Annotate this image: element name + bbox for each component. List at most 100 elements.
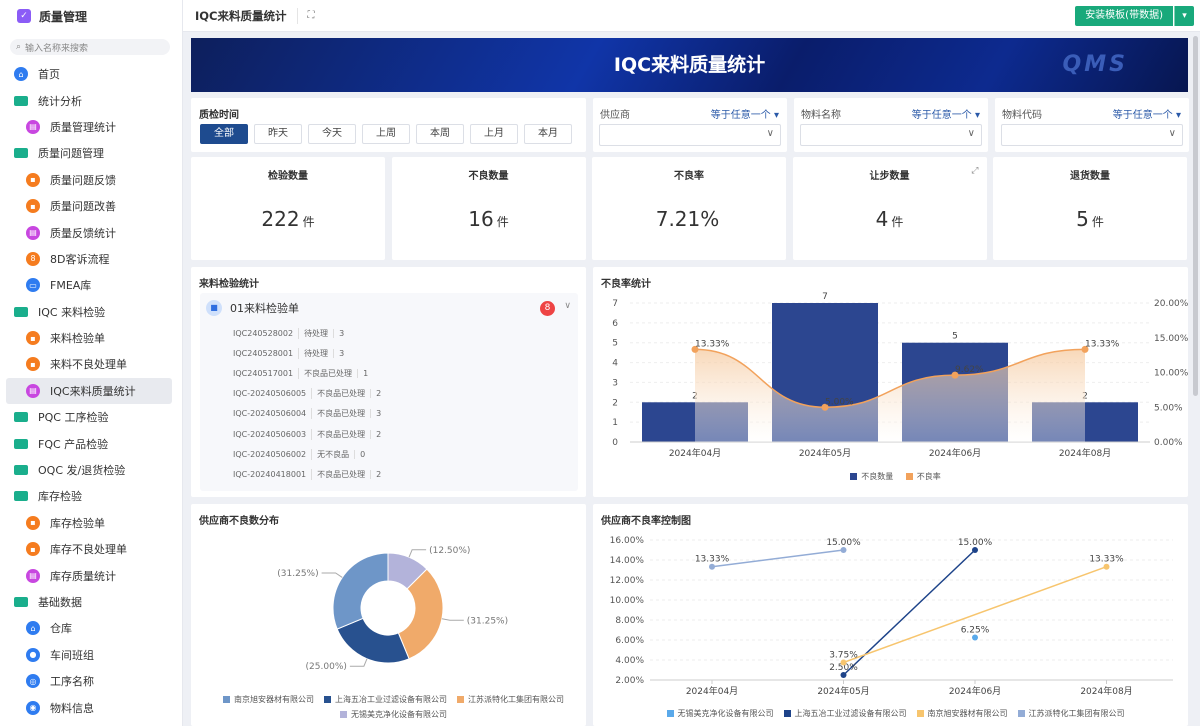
time-option-button[interactable]: 本周 — [416, 124, 464, 144]
sidebar-item[interactable]: ▪ 质量问题改善 — [0, 193, 182, 219]
inspection-group-header[interactable]: ■ 01来料检验单 — [200, 293, 578, 323]
sidebar-item[interactable]: OQC 发/退货检验 — [0, 457, 182, 483]
time-option-button[interactable]: 全部 — [200, 124, 248, 144]
legend-item[interactable]: 无锡美克净化设备有限公司 — [330, 710, 447, 719]
sidebar-item-label: FMEA库 — [50, 279, 92, 293]
kpi-number: 7.21% — [655, 207, 720, 231]
kpi-unit: 件 — [302, 215, 315, 229]
defect-count: 2 — [370, 469, 386, 479]
time-option-button[interactable]: 本月 — [524, 124, 572, 144]
legend-item[interactable]: 无锡美克净化设备有限公司 — [657, 709, 774, 718]
time-option-button[interactable]: 上周 — [362, 124, 410, 144]
legend-item[interactable]: 南京旭安器材有限公司 — [213, 695, 314, 704]
process-icon: ◎ — [26, 674, 40, 689]
sidebar-item[interactable]: ◉ 物料信息 — [0, 694, 182, 720]
point-label: 6.25% — [961, 626, 990, 636]
install-template-button[interactable]: 安装模板(带数据) — [1075, 6, 1173, 26]
list-item[interactable]: IQC240528002 待处理 3 — [200, 323, 578, 343]
sidebar-item[interactable]: ◎ 工序名称 — [0, 668, 182, 694]
point-label: 3.75% — [829, 651, 858, 661]
list-item[interactable]: IQC240528001 待处理 3 — [200, 343, 578, 363]
chart-legend: 南京旭安器材有限公司 上海五冶工业过滤设备有限公司 江苏派特化工集团有限公司无锡美克… — [191, 692, 586, 722]
defect-count: 1 — [357, 368, 373, 378]
sidebar-item[interactable]: ▪ 库存检验单 — [0, 510, 182, 536]
chart-icon: ▤ — [26, 225, 40, 240]
search-input[interactable]: ⌕ 输入名称来搜索 — [10, 39, 170, 55]
sidebar-item[interactable]: 质量问题管理 — [0, 140, 182, 166]
sidebar-item[interactable]: ▭ FMEA库 — [0, 272, 182, 298]
slice-label: (31.25%) — [467, 616, 508, 626]
chevron-down-icon: ∨ — [1168, 128, 1176, 139]
filter-select[interactable]: ∨ — [599, 124, 781, 146]
sidebar-item[interactable]: 统计分析 — [0, 87, 182, 113]
y-tick-label: 8.00% — [615, 616, 644, 626]
chevron-down-icon[interactable]: ∨ — [564, 301, 571, 311]
sidebar-item[interactable]: ▪ 质量问题反馈 — [0, 167, 182, 193]
operator-dropdown[interactable]: 等于任意一个 ▾ — [1113, 106, 1181, 121]
time-option-button[interactable]: 今天 — [308, 124, 356, 144]
sidebar-item[interactable]: ⌂ 首页 — [0, 61, 182, 87]
operator-dropdown[interactable]: 等于任意一个 ▾ — [912, 106, 980, 121]
sidebar-item[interactable]: ⌂ 仓库 — [0, 615, 182, 641]
leader-line — [408, 549, 427, 558]
legend-item[interactable]: 上海五冶工业过滤设备有限公司 — [774, 709, 907, 718]
filter-select[interactable]: ∨ — [800, 124, 982, 146]
operator-dropdown[interactable]: 等于任意一个 ▾ — [711, 106, 779, 121]
operator-label: 等于任意一个 — [911, 110, 972, 121]
sidebar-item[interactable]: FQC 产品检验 — [0, 430, 182, 456]
sidebar-item[interactable]: ▪ 库存不良处理单 — [0, 536, 182, 562]
order-number: IQC240517001 — [233, 368, 294, 378]
list-item[interactable]: IQC-20240418001 不良品已处理 2 — [200, 464, 578, 484]
sidebar-item-label: 工序名称 — [50, 675, 94, 689]
legend-label: 上海五冶工业过滤设备有限公司 — [335, 695, 447, 704]
sidebar-item-label: 库存检验单 — [50, 516, 105, 530]
legend-swatch — [324, 696, 331, 703]
filter-select[interactable]: ∨ — [1001, 124, 1183, 146]
pie-slice[interactable] — [332, 552, 389, 630]
point-label: 13.33% — [1089, 555, 1124, 565]
sidebar-item[interactable]: ● 车间班组 — [0, 642, 182, 668]
sidebar-item[interactable]: IQC 来料检验 — [0, 299, 182, 325]
legend-item[interactable]: 上海五冶工业过滤设备有限公司 — [314, 695, 447, 704]
time-option-button[interactable]: 上月 — [470, 124, 518, 144]
y-tick-label: 2 — [612, 398, 618, 408]
rate-label: 13.33% — [695, 339, 730, 349]
operator-label: 等于任意一个 — [1112, 110, 1173, 121]
inspection-panel: 来料检验统计 ■ 01来料检验单 8 ∨ IQC240528002 待处理 3 IQC2… — [191, 267, 586, 497]
legend-item[interactable]: 江苏派特化工集团有限公司 — [447, 695, 564, 704]
list-item[interactable]: IQC-20240506004 不良品已处理 3 — [200, 404, 578, 424]
time-option-button[interactable]: 昨天 — [254, 124, 302, 144]
qms-logo: QMS — [1062, 52, 1128, 77]
sidebar-item[interactable]: ▤ 库存质量统计 — [0, 562, 182, 588]
sidebar-item[interactable]: ▤ 质量反馈统计 — [0, 219, 182, 245]
list-item[interactable]: IQC-20240506005 不良品已处理 2 — [200, 384, 578, 404]
sidebar-item[interactable]: PQC 工序检验 — [0, 404, 182, 430]
supplier-control-panel: 供应商不良率控制图 2.00% 4.00% 6.00% 8.00% 10.00% 12.0… — [593, 504, 1188, 726]
list-item[interactable]: IQC-20240506003 不良品已处理 2 — [200, 424, 578, 444]
list-item[interactable]: IQC240517001 不良品已处理 1 — [200, 363, 578, 383]
sidebar-item[interactable]: 库存检验 — [0, 483, 182, 509]
sidebar-item[interactable]: ▤ 质量管理统计 — [0, 114, 182, 140]
kpi-value: 7.21% — [592, 207, 786, 231]
sidebar-item-label: PQC 工序检验 — [38, 411, 109, 425]
list-item[interactable]: IQC-20240506002 无不良品 0 — [200, 444, 578, 464]
legend-item[interactable]: 江苏派特化工集团有限公司 — [1008, 709, 1125, 718]
kpi-number: 222 — [261, 207, 300, 231]
kpi-number: 4 — [875, 207, 889, 231]
defect-rate-panel: 不良率统计 0 1 2 3 4 5 6 7 0.00% 5.00% 10.00% 15.00% 20.0… — [593, 267, 1188, 497]
fullscreen-icon[interactable]: ⛶ — [308, 10, 315, 21]
defect-count: 2 — [370, 429, 386, 439]
sidebar-item[interactable]: ▪ 来料不良处理单 — [0, 351, 182, 377]
sidebar-item[interactable]: 基础数据 — [0, 589, 182, 615]
filter-label: 物料名称 — [801, 110, 841, 121]
legend-item[interactable]: 南京旭安器材有限公司 — [907, 709, 1008, 718]
legend-swatch — [783, 710, 791, 717]
scrollbar[interactable] — [1193, 36, 1198, 396]
sidebar-item[interactable]: 8 8D客诉流程 — [0, 246, 182, 272]
expand-icon[interactable]: ⤢ — [971, 166, 978, 176]
app-title: 质量管理 — [39, 9, 88, 24]
sidebar-item[interactable]: ▪ 来料检验单 — [0, 325, 182, 351]
chevron-down-icon[interactable]: ▾ — [1174, 6, 1194, 26]
y2-tick-label: 10.00% — [1154, 369, 1188, 379]
sidebar-item[interactable]: ▤ IQC来料质量统计 — [6, 377, 172, 405]
